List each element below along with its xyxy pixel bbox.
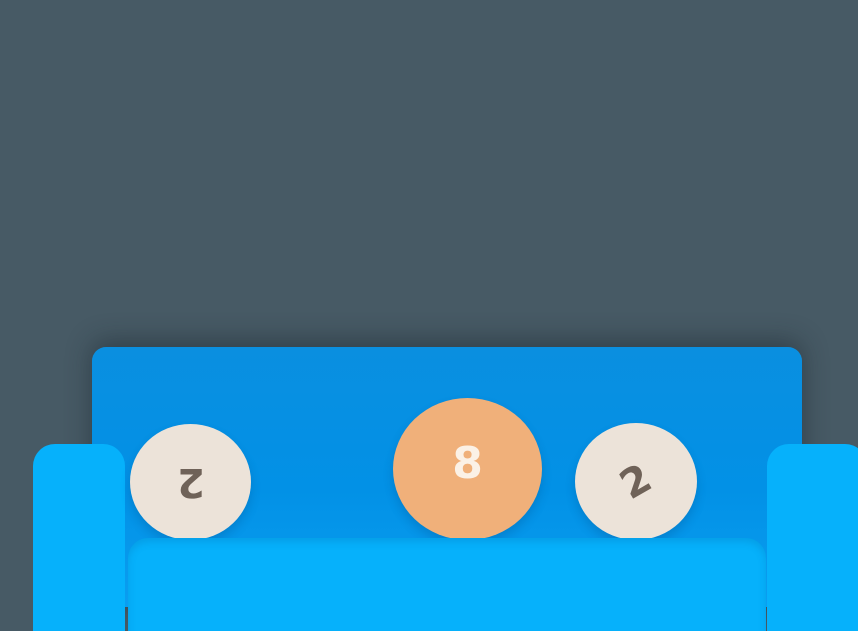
sofa-left-arm: [33, 444, 125, 631]
cushion-right-value: 2: [612, 454, 660, 509]
game-scene: 2 8 2: [0, 0, 858, 631]
cushion-tile-right[interactable]: 2: [575, 423, 697, 540]
cushion-center-value: 8: [452, 438, 483, 489]
sofa-right-arm: [767, 444, 858, 631]
sofa: 2 8 2: [0, 0, 858, 631]
cushion-left-value: 2: [176, 459, 205, 505]
cushion-tile-left[interactable]: 2: [130, 424, 251, 540]
cushion-tile-center[interactable]: 8: [393, 398, 542, 540]
sofa-seat: [128, 538, 766, 631]
